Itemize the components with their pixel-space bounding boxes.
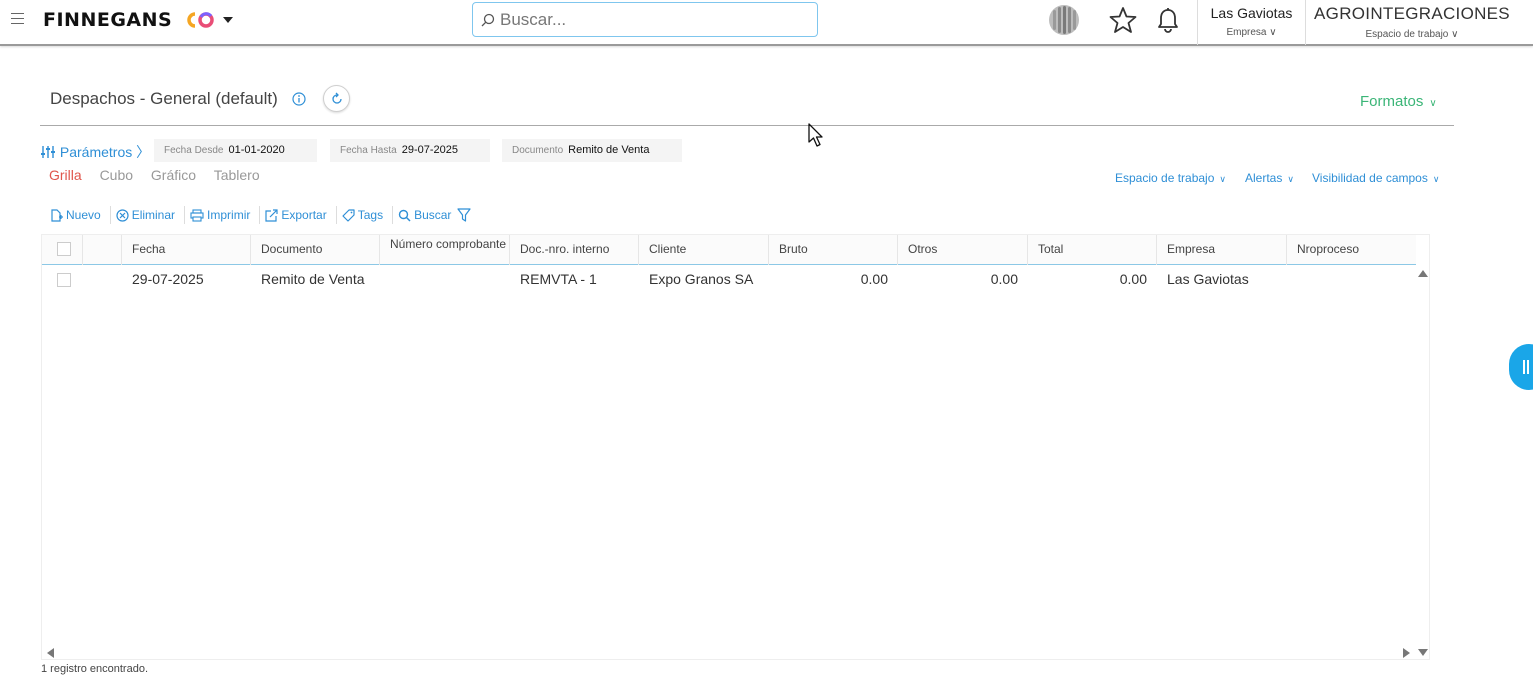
voice-orb-icon[interactable]: [1047, 4, 1081, 36]
grid-header: Fecha Documento Número comprobante Doc.-…: [42, 235, 1416, 265]
row-indicator-header: [83, 235, 122, 265]
alerts-dropdown[interactable]: Alertas ∨: [1245, 171, 1294, 185]
chevron-down-icon: ∨: [1451, 29, 1459, 40]
scroll-up-arrow[interactable]: [1418, 270, 1428, 277]
brand-logo[interactable]: FINNEGANS: [43, 9, 172, 31]
company-selector[interactable]: Las Gaviotas Empresa ∨: [1198, 0, 1305, 45]
select-all-checkbox[interactable]: [57, 242, 71, 256]
workspace-name: AGROINTEGRACIONES: [1314, 4, 1510, 23]
chevron-down-icon: ∨: [1429, 98, 1437, 109]
cell-total: 0.00: [1119, 271, 1147, 287]
delete-button[interactable]: Eliminar: [111, 206, 186, 224]
side-panel-handle[interactable]: [1509, 344, 1533, 390]
cell-nroproceso: [1287, 265, 1416, 293]
table-row[interactable]: 29-07-2025 Remito de Venta REMVTA - 1 Ex…: [42, 265, 1416, 293]
select-all-cell: [42, 235, 83, 265]
workspace-dropdown[interactable]: Espacio de trabajo ∨: [1115, 171, 1226, 185]
param-fecha-hasta[interactable]: Fecha Hasta 29-07-2025: [330, 139, 490, 162]
refresh-button[interactable]: [323, 85, 350, 112]
record-count: 1 registro encontrado.: [41, 663, 149, 675]
tab-grafico[interactable]: Gráfico: [151, 167, 196, 183]
cell-fecha: 29-07-2025: [132, 271, 204, 287]
cell-otros: 0.00: [990, 271, 1018, 287]
chevron-down-icon: ∨: [1432, 174, 1440, 184]
column-header-empresa[interactable]: Empresa: [1157, 235, 1287, 265]
parameters-toggle[interactable]: Parámetros 〉: [40, 142, 150, 162]
data-grid: Fecha Documento Número comprobante Doc.-…: [41, 234, 1430, 660]
print-icon: [190, 208, 204, 222]
header-divider: [40, 125, 1454, 126]
brand-mark-icon: [187, 12, 214, 28]
search-icon: [398, 209, 411, 222]
scroll-right-arrow[interactable]: [1403, 648, 1410, 658]
column-header-fecha[interactable]: Fecha: [122, 235, 251, 265]
tags-button[interactable]: Tags: [337, 206, 394, 224]
workspace-selector[interactable]: AGROINTEGRACIONES Espacio de trabajo ∨: [1306, 0, 1518, 45]
column-header-documento[interactable]: Documento: [251, 235, 380, 265]
filter-icon[interactable]: [457, 208, 472, 222]
global-search[interactable]: [472, 2, 818, 37]
grid-toolbar: Nuevo Eliminar Imprimir Exportar Tags Bu…: [45, 206, 472, 224]
cell-bruto: 0.00: [860, 271, 888, 287]
cell-documento: Remito de Venta: [261, 271, 365, 287]
column-header-bruto[interactable]: Bruto: [769, 235, 898, 265]
column-header-numero-comprobante[interactable]: Número comprobante: [380, 235, 510, 265]
top-bar: FINNEGANS Las Gaviotas Empresa ∨ AGROINT…: [0, 0, 1533, 46]
param-fecha-desde[interactable]: Fecha Desde 01-01-2020: [154, 139, 317, 162]
scroll-left-arrow[interactable]: [47, 648, 54, 658]
column-header-otros[interactable]: Otros: [898, 235, 1028, 265]
chevron-down-icon: ∨: [1287, 174, 1294, 184]
column-header-cliente[interactable]: Cliente: [639, 235, 769, 265]
export-button[interactable]: Exportar: [260, 206, 337, 224]
view-tabs: Grilla Cubo Gráfico Tablero: [49, 167, 274, 183]
page-title: Despachos - General (default): [50, 89, 278, 108]
delete-icon: [116, 208, 129, 222]
info-icon[interactable]: [292, 92, 306, 106]
chevron-right-icon: 〉: [136, 144, 151, 160]
cell-numero-comprobante: [380, 265, 510, 293]
tab-cubo[interactable]: Cubo: [100, 167, 133, 183]
param-documento[interactable]: Documento Remito de Venta: [502, 139, 682, 162]
menu-icon[interactable]: [11, 13, 24, 25]
tab-grilla[interactable]: Grilla: [49, 167, 82, 183]
search-icon: [481, 13, 495, 27]
row-checkbox[interactable]: [57, 273, 71, 287]
refresh-icon: [332, 92, 342, 104]
bell-icon[interactable]: [1157, 7, 1179, 34]
export-icon: [265, 208, 278, 222]
chevron-down-icon: ∨: [1269, 27, 1277, 38]
column-header-nroproceso[interactable]: Nroproceso: [1287, 235, 1416, 265]
star-icon[interactable]: [1109, 6, 1137, 34]
cell-doc-nro-interno: REMVTA - 1: [520, 271, 597, 287]
field-visibility-dropdown[interactable]: Visibilidad de campos ∨: [1312, 171, 1439, 185]
new-button[interactable]: Nuevo: [45, 206, 111, 224]
search-input[interactable]: [500, 9, 800, 31]
cell-cliente: Expo Granos SA: [649, 271, 754, 287]
search-button[interactable]: Buscar: [393, 206, 457, 224]
scroll-down-arrow[interactable]: [1418, 649, 1428, 656]
new-doc-icon: [51, 208, 63, 222]
company-name: Las Gaviotas: [1210, 5, 1293, 21]
sliders-icon: [41, 146, 55, 158]
company-label: Empresa ∨: [1226, 27, 1277, 38]
horizontal-scrollbar[interactable]: [42, 645, 1416, 659]
formats-dropdown[interactable]: Formatos ∨: [1360, 93, 1437, 110]
tag-icon: [342, 208, 355, 222]
column-header-total[interactable]: Total: [1028, 235, 1157, 265]
brand-dropdown-icon[interactable]: [223, 17, 233, 23]
cell-empresa: Las Gaviotas: [1167, 271, 1249, 287]
column-header-doc-nro-interno[interactable]: Doc.-nro. interno: [510, 235, 639, 265]
chevron-down-icon: ∨: [1219, 174, 1226, 184]
workspace-label: Espacio de trabajo ∨: [1365, 29, 1459, 40]
mouse-cursor-icon: [808, 123, 823, 147]
tab-tablero[interactable]: Tablero: [214, 167, 260, 183]
print-button[interactable]: Imprimir: [185, 206, 261, 224]
